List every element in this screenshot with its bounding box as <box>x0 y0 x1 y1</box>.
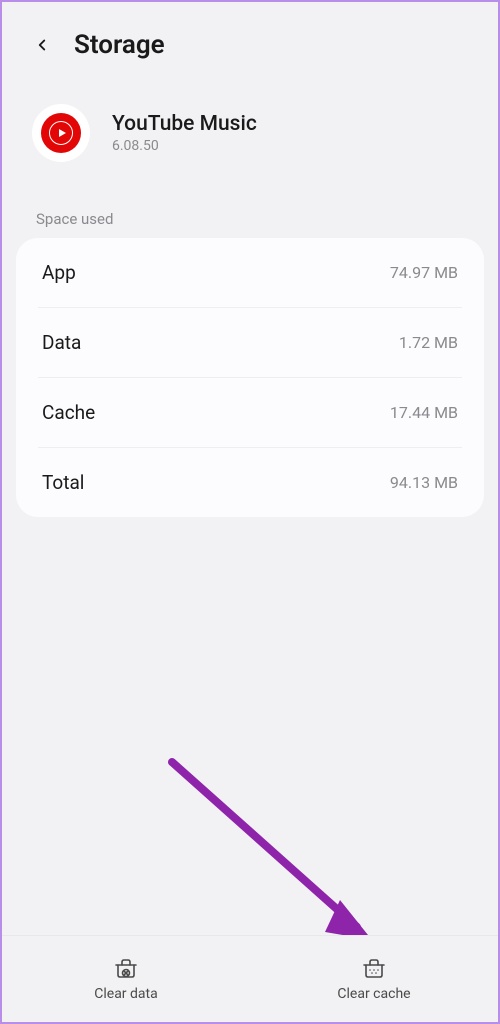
storage-row-data: Data 1.72 MB <box>38 308 462 378</box>
row-value: 1.72 MB <box>399 333 458 352</box>
clear-cache-button[interactable]: Clear cache <box>250 936 498 1022</box>
clear-data-button[interactable]: Clear data <box>2 936 250 1022</box>
row-value: 17.44 MB <box>390 403 458 422</box>
page-title: Storage <box>74 30 165 60</box>
space-used-header: Space used <box>2 192 498 238</box>
app-icon <box>32 104 90 162</box>
row-label: Cache <box>42 401 95 424</box>
storage-row-total: Total 94.13 MB <box>38 448 462 517</box>
app-info-section: YouTube Music 6.08.50 <box>2 80 498 192</box>
row-value: 74.97 MB <box>390 263 458 282</box>
trash-cache-icon <box>361 954 387 980</box>
clear-cache-label: Clear cache <box>337 986 410 1002</box>
row-label: App <box>42 261 76 284</box>
space-used-card: App 74.97 MB Data 1.72 MB Cache 17.44 MB… <box>16 238 484 517</box>
chevron-left-icon <box>33 36 51 54</box>
row-label: Data <box>42 331 81 354</box>
annotation-arrow <box>162 752 382 952</box>
row-value: 94.13 MB <box>390 473 458 492</box>
clear-data-label: Clear data <box>94 986 157 1002</box>
trash-data-icon <box>113 954 139 980</box>
bottom-action-bar: Clear data Clear cache <box>2 935 498 1022</box>
app-version: 6.08.50 <box>112 138 257 154</box>
app-name: YouTube Music <box>112 112 257 136</box>
storage-row-cache: Cache 17.44 MB <box>38 378 462 448</box>
row-label: Total <box>42 471 84 494</box>
back-button[interactable] <box>30 33 54 57</box>
storage-row-app: App 74.97 MB <box>38 238 462 308</box>
youtube-music-icon <box>41 113 81 153</box>
